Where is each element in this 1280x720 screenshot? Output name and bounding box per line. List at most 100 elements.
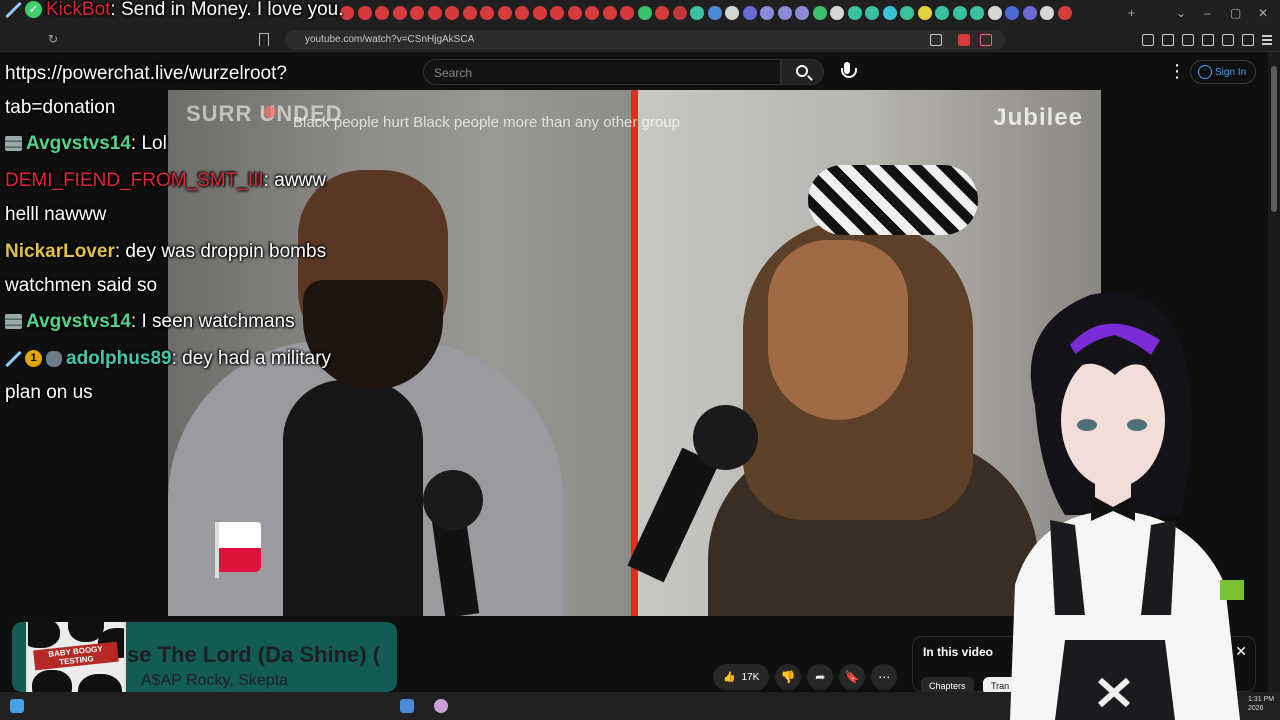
sword-badge-icon [5,351,21,367]
tab-strip[interactable] [340,6,1130,22]
sidebar-icon[interactable] [1182,34,1194,46]
chat-username: Avgvstvs14 [26,133,131,154]
chat-message: 1 adolphus89: dey had a military plan on … [5,342,360,410]
stack-tab-icon[interactable] [795,6,809,20]
yellow-tab-icon[interactable] [917,6,932,20]
grid-tab-icon[interactable] [1040,6,1054,20]
vtuber-avatar [1010,292,1244,720]
youtube-tab-icon[interactable] [497,6,512,20]
green-tab-icon[interactable] [637,6,652,20]
chat-username: Avgvstvs14 [26,311,131,332]
close-window-icon[interactable]: ✕ [1258,6,1268,20]
app-icon[interactable] [434,699,448,713]
youtube-tab-icon[interactable] [427,6,442,20]
chat-message: https://powerchat.live/wurzelroot?tab=do… [5,57,360,125]
woman-face [768,240,908,420]
chat-message: ✓ KickBot: Send in Money. I love you. [5,0,360,27]
chat-message: Avgvstvs14: Lol [5,127,360,161]
teal-tab-icon[interactable] [900,6,914,20]
v-tab-icon[interactable] [1005,6,1019,20]
stack-tab-icon[interactable] [777,6,792,20]
share-button[interactable]: ➦ [807,664,834,690]
purple-tab-icon[interactable] [742,6,757,20]
stack-tab-icon[interactable] [760,6,774,20]
windows-start-icon[interactable] [10,699,24,713]
headscarf [808,165,978,235]
green-tab-icon[interactable] [812,6,827,20]
red-tab-icon[interactable] [672,6,687,20]
youtube-tab-icon[interactable] [1057,6,1072,20]
maximize-icon[interactable]: ▢ [1230,6,1241,20]
app-icon[interactable] [400,699,414,713]
microphone [693,405,758,470]
wallet-icon[interactable] [1202,34,1214,46]
sign-in-button[interactable]: Sign In [1190,60,1256,84]
cat-badge-icon [46,350,62,367]
save-button[interactable]: 🔖 [839,664,866,690]
youtube-tab-icon[interactable] [602,6,617,20]
teal-tab-icon[interactable] [952,6,967,20]
v-tab-icon[interactable] [1022,6,1037,20]
youtube-tab-icon[interactable] [462,6,477,20]
dislike-button[interactable]: 👎 [775,664,802,690]
chat-text: : Send in Money. I love you. [110,0,344,20]
youtube-tab-icon[interactable] [480,6,494,20]
grey-tab-icon[interactable] [830,6,844,20]
search-icon [796,65,808,77]
youtube-tab-icon[interactable] [445,6,459,20]
scrollbar-thumb[interactable] [1271,66,1277,212]
blue-tab-icon[interactable] [707,6,722,20]
like-button[interactable]: 👍 17K [713,664,770,690]
more-actions-button[interactable]: ⋯ [871,664,898,690]
teal-tab-icon[interactable] [865,6,879,20]
man-shirt [283,380,423,616]
chat-username: KickBot [46,0,111,20]
new-tab-icon[interactable]: + [1128,6,1135,20]
youtube-tab-icon[interactable] [532,6,547,20]
address-bar-row: ↻ youtube.com/watch?v=CSnHjgAkSCA [0,28,1280,52]
leo-icon[interactable] [1222,34,1234,46]
extensions-icon[interactable] [1142,34,1154,46]
sword-badge-icon [5,2,21,18]
teal-tab-icon[interactable] [935,6,949,20]
now-playing-widget: BABY BOOGY TESTING se The Lord (Da Shine… [12,622,397,692]
youtube-tab-icon[interactable] [567,6,582,20]
youtube-tab-icon[interactable] [375,6,389,20]
search-input[interactable]: Search [423,59,781,85]
music-icon[interactable] [1162,34,1174,46]
teal-tab-icon[interactable] [690,6,704,20]
teal-tab-icon[interactable] [970,6,984,20]
search-button[interactable] [781,59,824,85]
globe-tab-icon[interactable] [987,6,1002,20]
more-options-icon[interactable]: ⋮ [1168,62,1186,80]
chevron-down-icon[interactable]: ⌄ [1176,6,1186,20]
cast-icon[interactable] [930,34,942,46]
rewards-icon[interactable] [980,34,992,46]
like-count: 17K [741,671,760,683]
chat-message: Avgvstvs14: I seen watchmans [5,305,360,339]
chat-username: NickarLover [5,241,115,262]
cyan-tab-icon[interactable] [882,6,897,20]
youtube-tab-icon[interactable] [620,6,634,20]
voice-search-icon[interactable] [839,62,857,82]
youtube-tab-icon[interactable] [515,6,529,20]
user-icon [1198,65,1212,79]
vpn-icon[interactable] [1242,34,1254,46]
brave-shield-icon[interactable] [958,34,970,46]
reload-icon[interactable]: ↻ [48,32,58,46]
minimize-icon[interactable]: – [1204,6,1211,20]
song-title: se The Lord (Da Shine) ( [127,642,381,667]
youtube-tab-icon[interactable] [655,6,669,20]
poland-flag-icon [215,522,261,578]
youtube-tab-icon[interactable] [550,6,564,20]
youtube-tab-icon[interactable] [392,6,407,20]
bookmark-icon[interactable] [259,33,269,46]
youtube-tab-icon[interactable] [410,6,424,20]
youtube-tab-icon[interactable] [585,6,599,20]
page-scrollbar[interactable] [1268,52,1280,692]
video-actions: 👍 17K 👎 ➦ 🔖 ⋯ [713,664,898,690]
teal-tab-icon[interactable] [847,6,862,20]
url-field[interactable]: youtube.com/watch?v=CSnHjgAkSCA [285,30,1005,50]
play-tab-icon[interactable] [725,6,739,20]
menu-icon[interactable] [1262,34,1274,46]
